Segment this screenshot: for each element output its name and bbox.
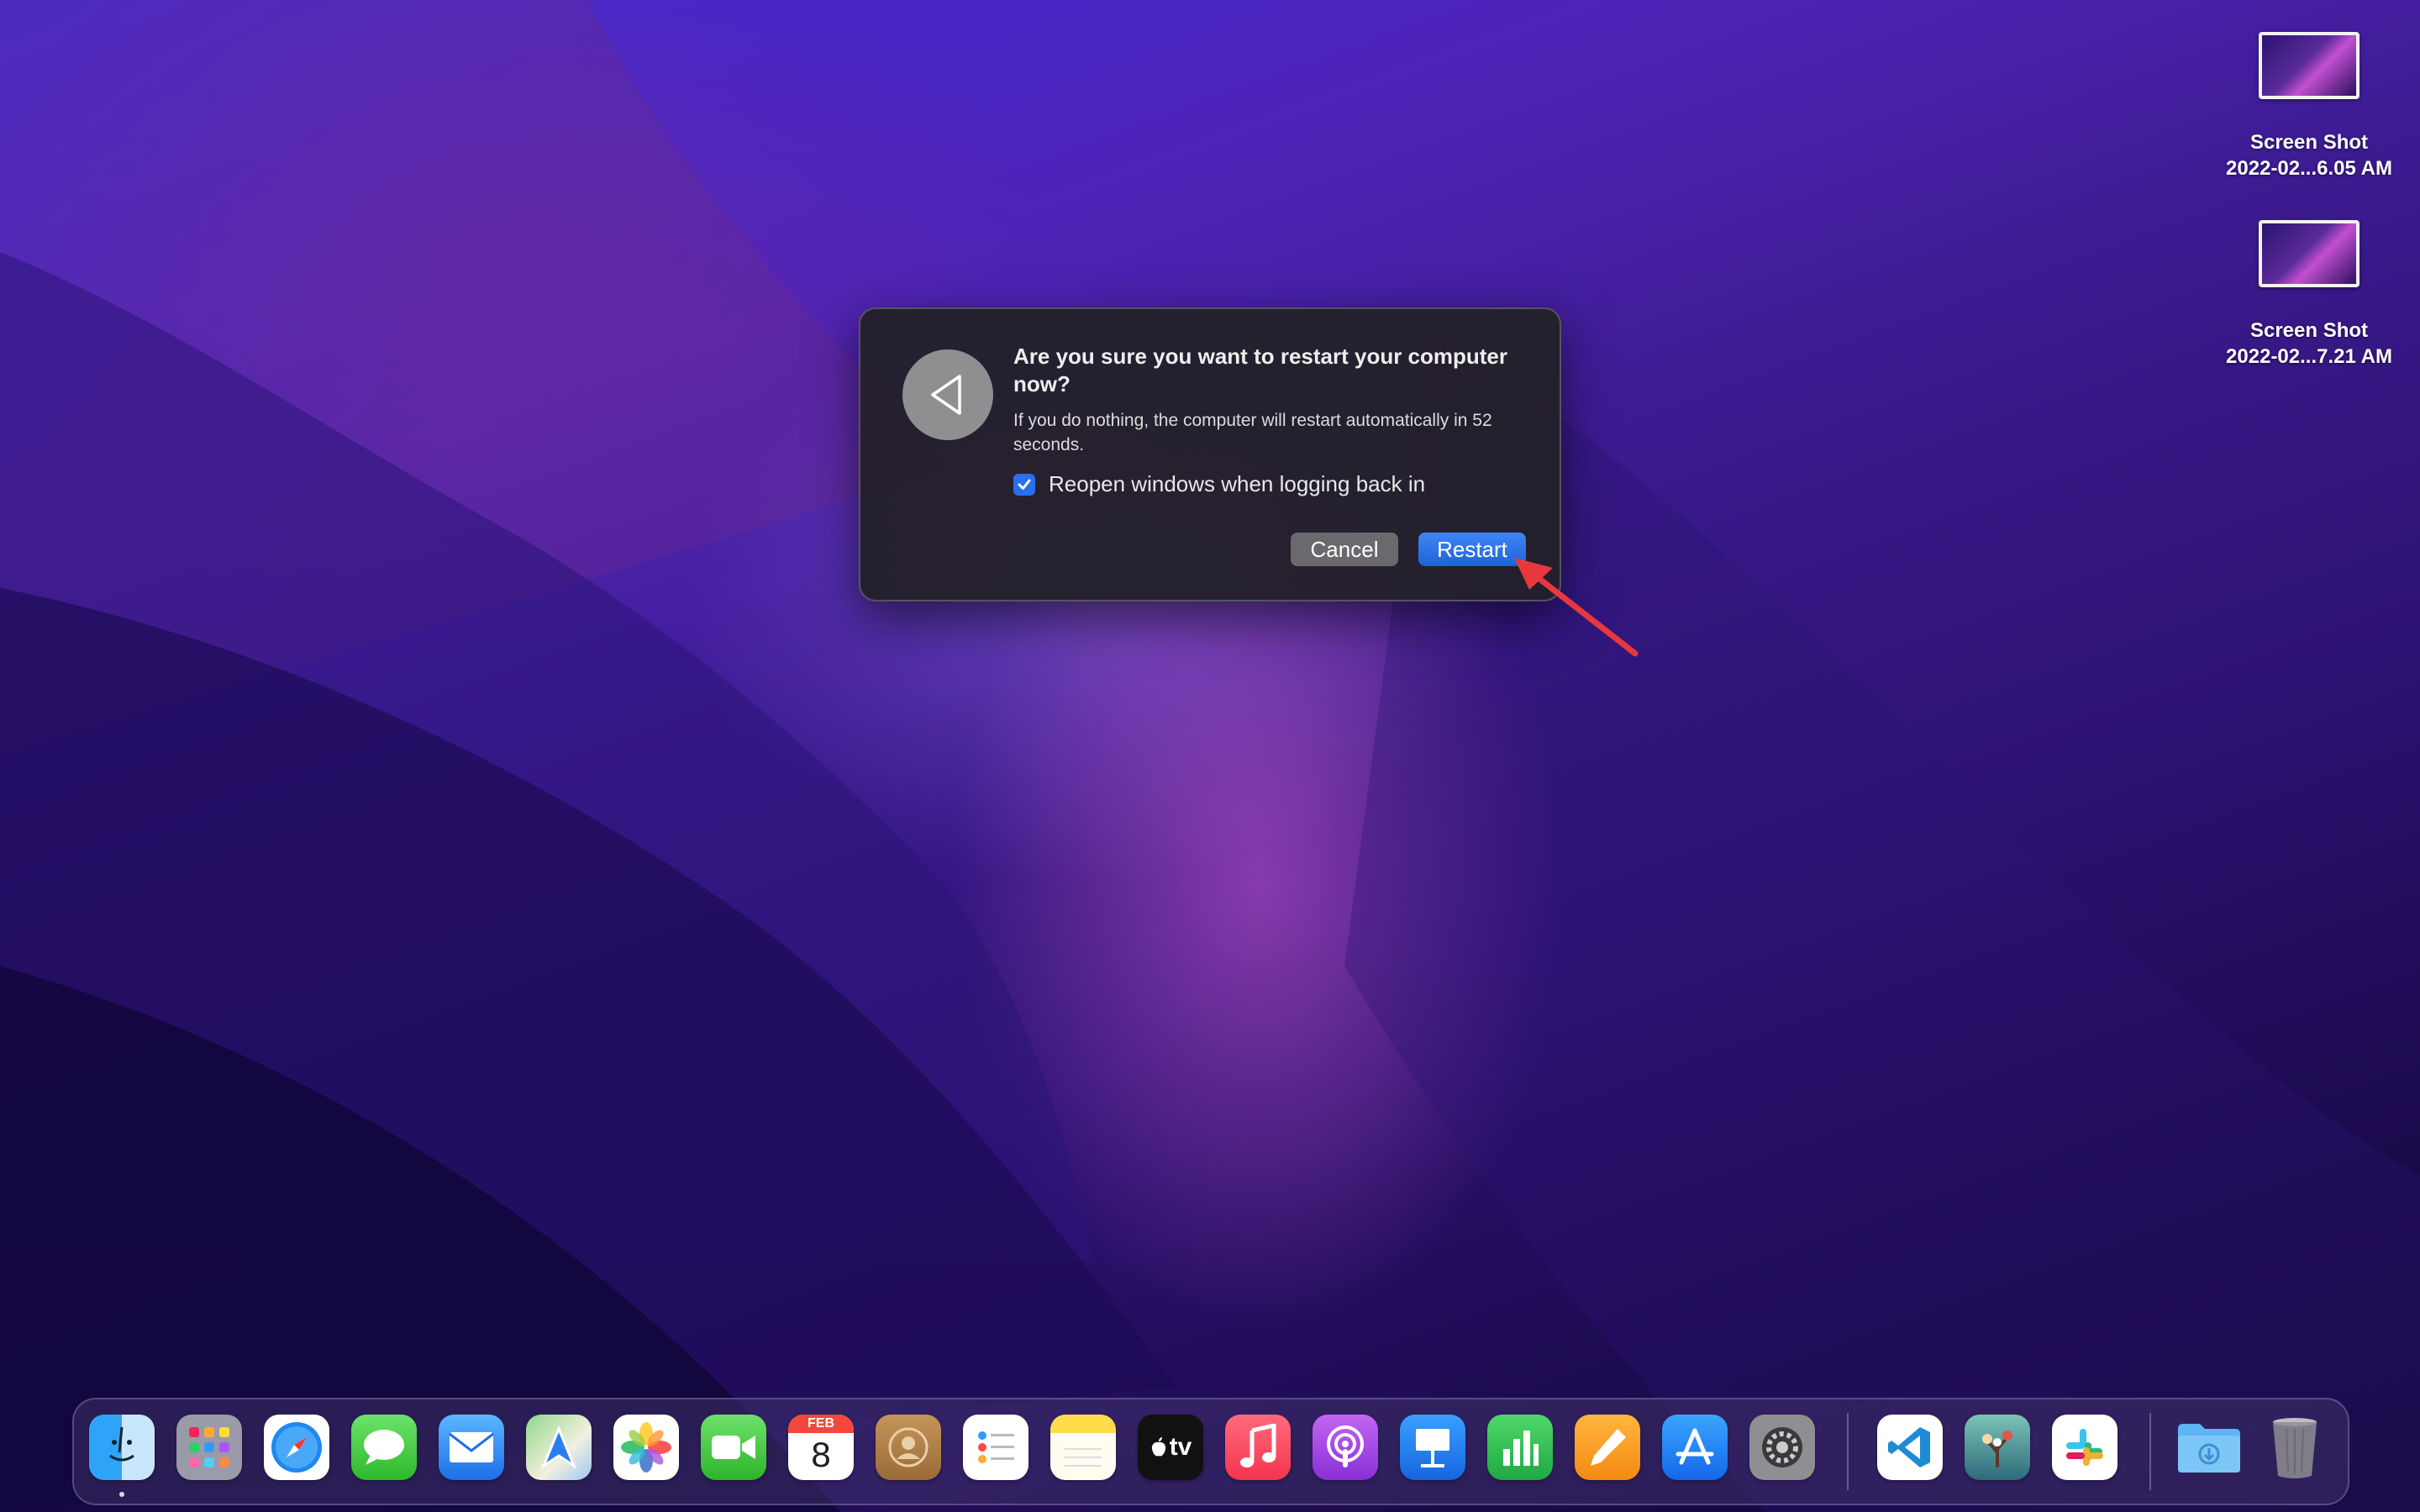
calendar-day: 8	[811, 1435, 831, 1474]
vscode-icon[interactable]	[1877, 1415, 1943, 1480]
downloads-folder-icon[interactable]	[2176, 1415, 2242, 1480]
apple-tv-label: tv	[1169, 1433, 1192, 1461]
file-name-line1: Screen Shot	[2249, 131, 2369, 154]
desktop-file-screenshot-1[interactable]: Screen Shot 2022-02...6.05 AM	[2200, 32, 2418, 181]
screenshot-thumbnail	[2259, 220, 2360, 287]
contacts-icon[interactable]	[876, 1415, 941, 1480]
wallpaper	[0, 0, 2420, 1512]
cancel-button[interactable]: Cancel	[1291, 533, 1398, 566]
screenshot-thumbnail	[2259, 32, 2360, 99]
dialog-message: If you do nothing, the computer will res…	[1013, 411, 1492, 454]
sourcetree-icon[interactable]	[1965, 1415, 2030, 1480]
slack-icon[interactable]	[2052, 1415, 2118, 1480]
notes-icon[interactable]	[1050, 1415, 1116, 1480]
file-name-line2: 2022-02...6.05 AM	[2226, 157, 2392, 180]
calendar-icon[interactable]: FEB 8	[788, 1415, 854, 1480]
facetime-icon[interactable]	[701, 1415, 766, 1480]
numbers-icon[interactable]	[1487, 1415, 1553, 1480]
apple-tv-icon[interactable]: tv	[1138, 1415, 1203, 1480]
dock-separator	[2149, 1413, 2151, 1490]
mail-icon[interactable]	[439, 1415, 504, 1480]
finder-running-indicator	[119, 1492, 124, 1497]
keynote-icon[interactable]	[1400, 1415, 1465, 1480]
restart-icon	[902, 349, 993, 440]
desktop-file-label: Screen Shot 2022-02...6.05 AM	[2200, 129, 2418, 181]
launchpad-icon[interactable]	[176, 1415, 242, 1480]
music-icon[interactable]	[1225, 1415, 1291, 1480]
desktop-file-label: Screen Shot 2022-02...7.21 AM	[2200, 318, 2418, 370]
checkmark-icon	[1018, 479, 1031, 490]
safari-icon[interactable]	[264, 1415, 329, 1480]
pages-icon[interactable]	[1575, 1415, 1640, 1480]
app-store-icon[interactable]	[1662, 1415, 1728, 1480]
dock-separator	[1847, 1413, 1849, 1490]
restart-dialog: Are you sure you want to restart your co…	[859, 307, 1561, 601]
podcasts-icon[interactable]	[1313, 1415, 1378, 1480]
reopen-windows-checkbox[interactable]	[1013, 473, 1035, 496]
system-preferences-icon[interactable]	[1749, 1415, 1815, 1480]
reminders-icon[interactable]	[963, 1415, 1028, 1480]
photos-icon[interactable]	[613, 1415, 679, 1480]
calendar-month: FEB	[788, 1415, 854, 1433]
messages-icon[interactable]	[351, 1415, 417, 1480]
dialog-title: Are you sure you want to restart your co…	[1013, 344, 1508, 396]
reopen-windows-checkbox-row[interactable]: Reopen windows when logging back in	[1013, 471, 1425, 497]
desktop-file-screenshot-2[interactable]: Screen Shot 2022-02...7.21 AM	[2200, 220, 2418, 370]
reopen-windows-label: Reopen windows when logging back in	[1049, 471, 1426, 496]
dock: FEB 8 tv	[72, 1398, 2349, 1505]
trash-icon[interactable]	[2262, 1415, 2328, 1480]
file-name-line1: Screen Shot	[2249, 319, 2369, 342]
maps-icon[interactable]	[526, 1415, 592, 1480]
finder-icon[interactable]	[89, 1415, 155, 1480]
file-name-line2: 2022-02...7.21 AM	[2226, 345, 2392, 368]
annotation-arrow-icon	[1514, 558, 1639, 657]
